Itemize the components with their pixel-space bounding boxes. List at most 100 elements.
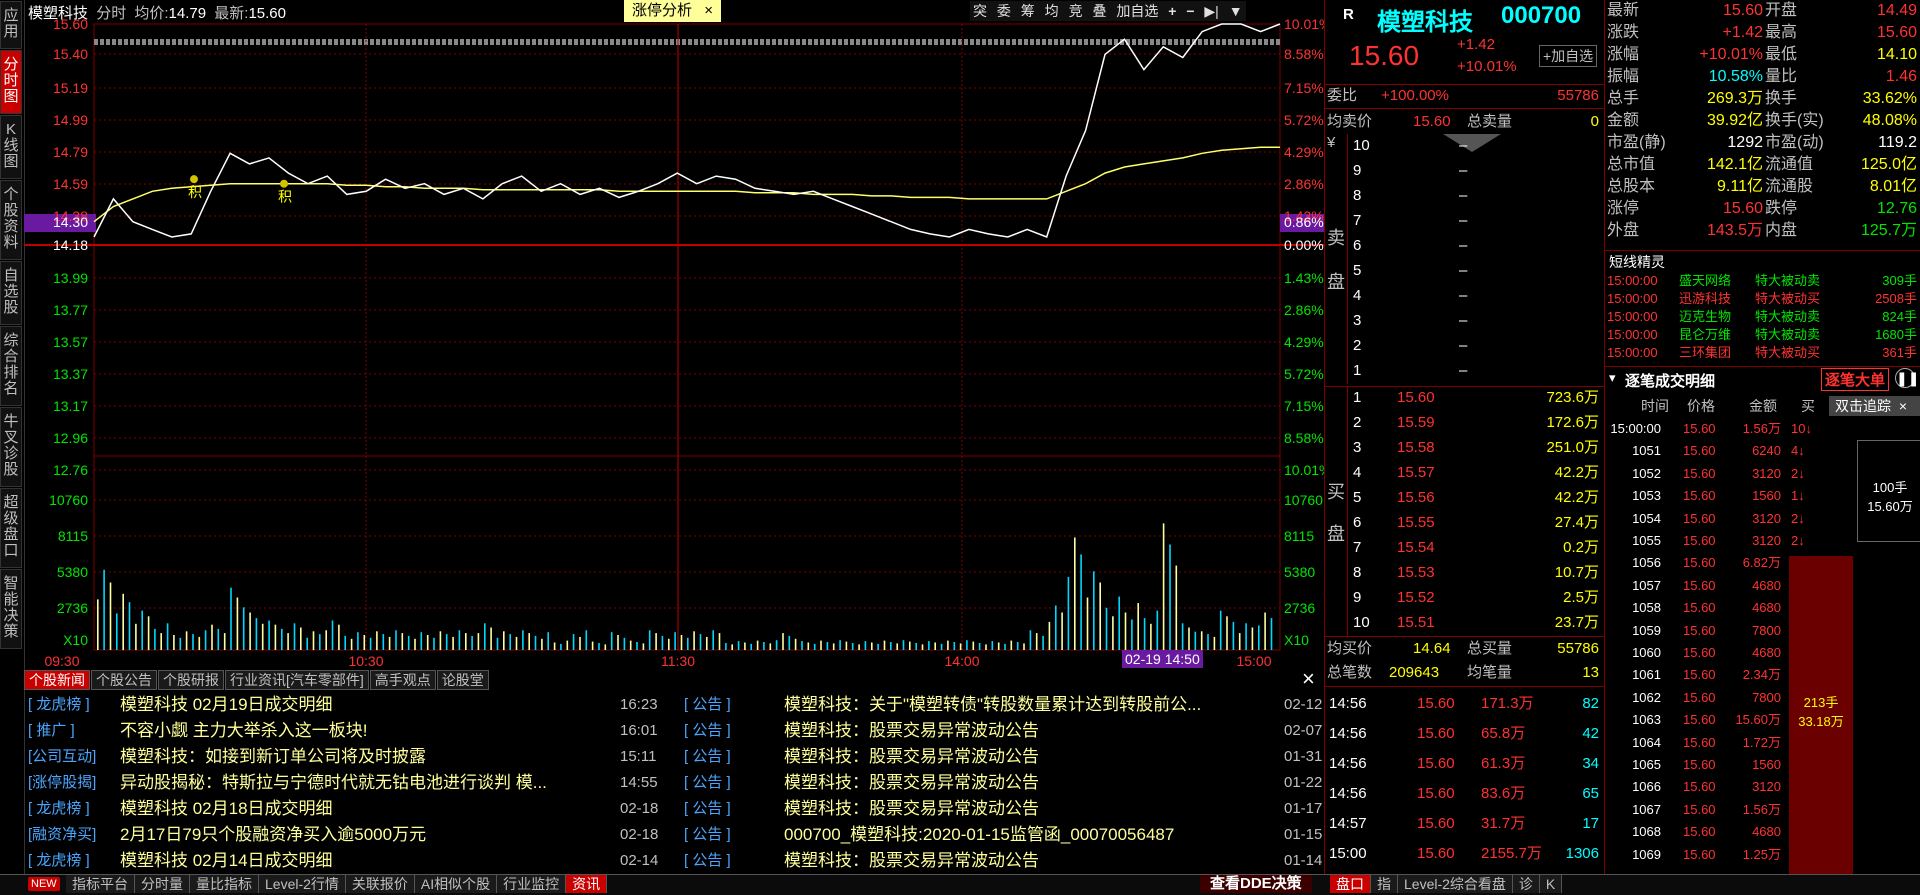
volume-bar [344, 635, 346, 650]
shortline-row[interactable]: 15:00:00 三环集团 特大被动买 361手 [1605, 344, 1920, 362]
news-item[interactable]: [ 龙虎榜 ] 模塑科技 02月14日成交明细 02-14 [24, 848, 664, 874]
time-axis-label: 11:30 [661, 653, 695, 669]
signal-marker[interactable] [190, 175, 198, 184]
btab-related-quotes[interactable]: 关联报价 [345, 875, 415, 893]
news-item[interactable]: [融资净买] 2月17日79只个股融资净买入逾5000万元 02-18 [24, 822, 664, 848]
buy-level-row[interactable]: 5 15.56 42.2万 [1349, 486, 1605, 510]
btab-level2[interactable]: Level-2行情 [259, 875, 346, 893]
total-buy-value: 55786 [1557, 640, 1599, 657]
vtab-ranking[interactable]: 综合排名 [0, 326, 22, 406]
sell-level-row[interactable]: 1– [1349, 359, 1605, 383]
vtab-diagnosis[interactable]: 牛叉诊股 [0, 407, 22, 487]
pause-icon[interactable]: ❚❚ [1895, 368, 1919, 388]
double-click-track-popup[interactable]: 双击追踪 × [1829, 396, 1920, 416]
btab-industry-monitor[interactable]: 行业监控 [497, 875, 567, 893]
sell-level-row[interactable]: 3– [1349, 309, 1605, 333]
sell-level-row[interactable]: 9– [1349, 159, 1605, 183]
announcement-item[interactable]: [ 公告 ] 模塑科技：股票交易异常波动公告 01-22 [684, 770, 1324, 796]
volume-bar [185, 631, 188, 651]
sell-level-price: – [1459, 337, 1468, 354]
tick-price: 15.60 [1683, 488, 1716, 504]
btab-index[interactable]: 指 [1371, 875, 1398, 893]
tick-detail-menu-icon[interactable]: ▾ [1609, 370, 1616, 386]
buy-level-row[interactable]: 7 15.54 0.2万 [1349, 536, 1605, 560]
volume-bar [820, 640, 822, 650]
sell-level-row[interactable]: 7– [1349, 209, 1605, 233]
stat-value: 15.60 [1722, 2, 1763, 19]
track-close-icon[interactable]: × [1899, 398, 1907, 414]
trade-volume: 31.7万 [1481, 815, 1526, 832]
tick-header-amount: 金额 [1749, 398, 1777, 414]
dde-decision-button[interactable]: 查看DDE决策 [1200, 875, 1312, 893]
announcement-item[interactable]: [ 公告 ] 模塑科技：股票交易异常波动公告 01-14 [684, 848, 1324, 874]
sell-level-row[interactable]: 6– [1349, 234, 1605, 258]
news-tab-announcements[interactable]: 个股公告 [91, 670, 157, 690]
vtab-smart-decision[interactable]: 智能决策 [0, 569, 22, 649]
signal-marker[interactable] [280, 179, 288, 188]
btab-kline[interactable]: K [1539, 875, 1563, 893]
shortline-row[interactable]: 15:00:00 迈克生物 特大被动卖 824手 [1605, 308, 1920, 326]
buy-level-row[interactable]: 2 15.59 172.6万 [1349, 411, 1605, 435]
news-item[interactable]: [ 龙虎榜 ] 模塑科技 02月18日成交明细 02-18 [24, 796, 664, 822]
news-close-icon[interactable]: × [1302, 666, 1315, 692]
buy-level-index: 7 [1353, 539, 1362, 556]
vtab-timeshare[interactable]: 分时图 [0, 50, 22, 114]
news-tab-research[interactable]: 个股研报 [158, 670, 224, 690]
btab-news[interactable]: 资讯 [566, 875, 608, 893]
price-tick-label: 14.59 [53, 176, 88, 192]
news-item[interactable]: [ 推广 ] 不容小觑 主力大举杀入这一板块! 16:01 [24, 718, 664, 744]
buy-level-row[interactable]: 3 15.58 251.0万 [1349, 436, 1605, 460]
btab-level2-panel[interactable]: Level-2综合看盘 [1398, 875, 1513, 893]
news-item[interactable]: [ 龙虎榜 ] 模塑科技 02月19日成交明细 16:23 [24, 692, 664, 718]
btab-diagnose[interactable]: 诊 [1512, 875, 1540, 893]
sell-level-row[interactable]: 2– [1349, 334, 1605, 358]
volume-bar [991, 641, 994, 650]
shortline-row[interactable]: 15:00:00 盛天网络 特大被动卖 309手 [1605, 272, 1920, 290]
btab-panel[interactable]: 盘口 [1330, 875, 1371, 893]
announcement-item[interactable]: [ 公告 ] 模塑科技：股票交易异常波动公告 02-07 [684, 718, 1324, 744]
buy-level-row[interactable]: 9 15.52 2.5万 [1349, 586, 1605, 610]
shortline-row[interactable]: 15:00:00 昆仑万维 特大被动卖 1680手 [1605, 326, 1920, 344]
avg-count-label: 均笔量 [1467, 664, 1513, 681]
big-order-button[interactable]: 逐笔大单 [1821, 368, 1890, 391]
announcement-item[interactable]: [ 公告 ] 模塑科技：关于"模塑转债"转股数量累计达到转股前公... 02-12 [684, 692, 1324, 718]
btab-timeshare-volume[interactable]: 分时量 [135, 875, 190, 893]
buy-level-row[interactable]: 4 15.57 42.2万 [1349, 461, 1605, 485]
buy-level-row[interactable]: 10 15.51 23.7万 [1349, 611, 1605, 635]
volume-tick-label: 5380 [57, 564, 88, 580]
sell-level-row[interactable]: 5– [1349, 259, 1605, 283]
btab-volume-ratio[interactable]: 量比指标 [190, 875, 259, 893]
stat-label: 金额 [1607, 112, 1640, 129]
btab-ai-similar[interactable]: AI相似个股 [414, 875, 498, 893]
buy-level-row[interactable]: 6 15.55 27.4万 [1349, 511, 1605, 535]
sell-level-row[interactable]: 10 – [1349, 134, 1605, 158]
news-tab-industry[interactable]: 行业资讯[汽车零部件] [225, 670, 369, 690]
buy-level-index: 2 [1353, 414, 1362, 431]
vtab-kline[interactable]: K线图 [0, 115, 22, 179]
sell-level-row[interactable]: 8– [1349, 184, 1605, 208]
news-item[interactable]: [涨停股揭] 异动股揭秘：特斯拉与宁德时代就无钴电池进行谈判 模... 14:55 [24, 770, 664, 796]
stat-label: 振幅 [1607, 68, 1640, 85]
vtab-watchlist[interactable]: 自选股 [0, 261, 22, 325]
buy-level-row[interactable]: 8 15.53 10.7万 [1349, 561, 1605, 585]
news-tab-stock-news[interactable]: 个股新闻 [24, 670, 90, 690]
volume-bar [230, 587, 232, 650]
announcement-item[interactable]: [ 公告 ] 000700_模塑科技:2020-01-15监管函_00070056… [684, 822, 1324, 848]
buy-level-row[interactable]: 1 15.60 723.6万 [1349, 386, 1605, 410]
announcement-item[interactable]: [ 公告 ] 模塑科技：股票交易异常波动公告 01-31 [684, 744, 1324, 770]
add-watch-button[interactable]: +加自选 [1539, 45, 1598, 67]
recent-trades-list: 14:56 15.60 171.3万 82 14:56 15.60 65.8万 42 14:56… [1325, 688, 1605, 874]
announcement-item[interactable]: [ 公告 ] 模塑科技：股票交易异常波动公告 01-17 [684, 796, 1324, 822]
btab-indicator-platform[interactable]: 指标平台 [66, 875, 135, 893]
vtab-app[interactable]: 应用 [0, 1, 22, 49]
vtab-stock-profile[interactable]: 个股资料 [0, 180, 22, 260]
shortline-time: 15:00:00 [1607, 291, 1658, 306]
sell-level-row[interactable]: 4– [1349, 284, 1605, 308]
timeshare-chart-svg[interactable]: 15.60 10.01% 15.40 8.58% 15.19 7.15% 14.99 5.72… [24, 0, 1324, 674]
news-item[interactable]: [公司互动] 模塑科技：如接到新订单公司将及时披露 15:11 [24, 744, 664, 770]
shortline-row[interactable]: 15:00:00 迅游科技 特大被动买 2508手 [1605, 290, 1920, 308]
tick-amount: 3120 [1752, 779, 1781, 795]
news-tab-expert[interactable]: 高手观点 [369, 670, 436, 690]
vtab-super-panel[interactable]: 超级盘口 [0, 488, 22, 568]
news-tab-forum[interactable]: 论股堂 [436, 670, 489, 690]
